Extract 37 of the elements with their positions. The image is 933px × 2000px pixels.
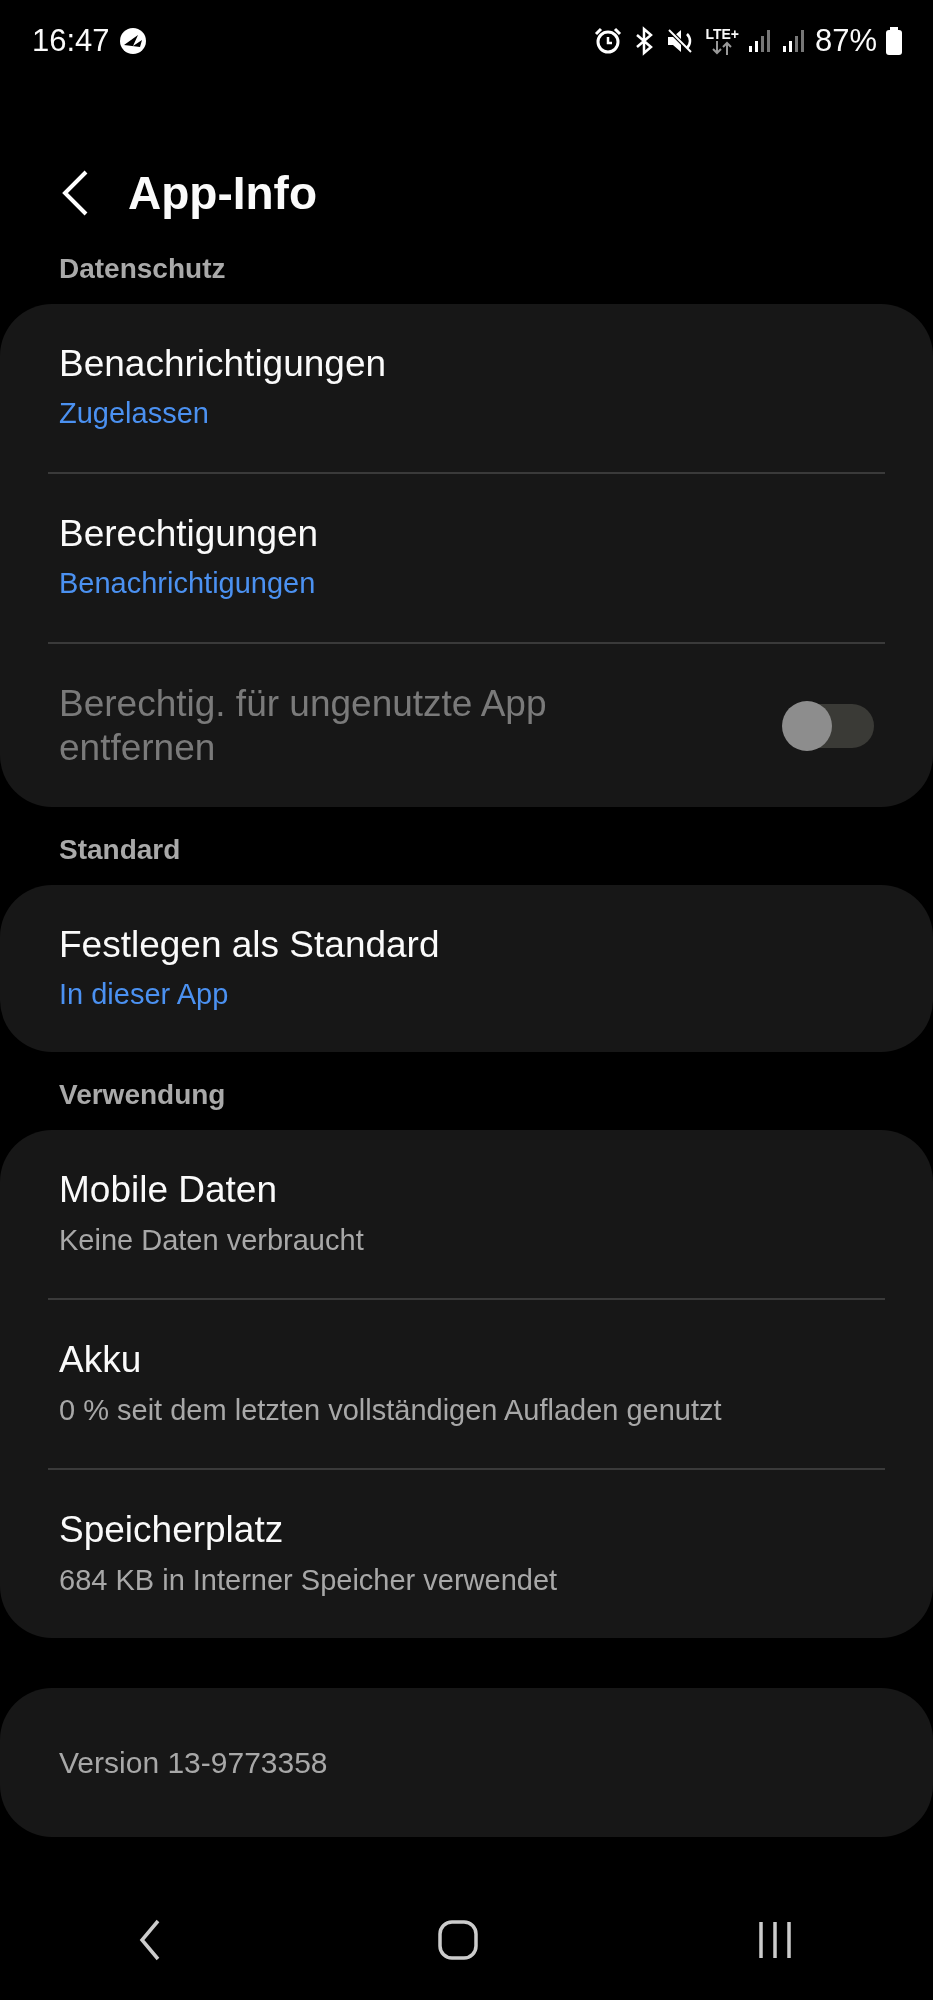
- battery-icon: [885, 26, 903, 56]
- settings-item[interactable]: Festlegen als Standard In dieser App: [0, 884, 933, 1053]
- version-text: Version 13-9773358: [58, 1745, 329, 1782]
- settings-item[interactable]: Akku 0 % seit dem letzten vollständigen Aufladen genutzt: [48, 1298, 885, 1469]
- settings-item[interactable]: Mobile Daten Keine Daten verbraucht: [0, 1130, 933, 1299]
- item-subtitle: 0 % seit dem letzten vollständigen Aufladen genutzt: [59, 1392, 723, 1428]
- signal-icon: [780, 28, 807, 54]
- item-subtitle: Keine Daten verbraucht: [59, 1222, 365, 1258]
- item-title: Benachrichtigungen: [59, 342, 388, 386]
- data-arrows-icon: [711, 41, 734, 55]
- back-icon: [60, 169, 90, 217]
- item-title: Berechtig. für ungenutzte App entfernen: [59, 681, 548, 771]
- item-title: Akku: [59, 1338, 143, 1383]
- back-button[interactable]: [60, 169, 90, 217]
- item-subtitle: Benachrichtigungen: [59, 566, 317, 602]
- item-title: Festlegen als Standard: [59, 922, 441, 967]
- item-title: Speicherplatz: [59, 1508, 285, 1553]
- network-type-text: LTE+: [705, 27, 739, 41]
- notification-icon: [117, 26, 148, 56]
- settings-item[interactable]: Benachrichtigungen Zugelassen: [0, 304, 933, 472]
- signal-icon: [746, 28, 773, 54]
- item-subtitle: Zugelassen: [59, 396, 210, 432]
- home-button[interactable]: [438, 1920, 479, 1960]
- section-header: Datenschutz: [58, 252, 227, 286]
- item-subtitle: In dieser App: [59, 976, 230, 1012]
- clock-text: 16:47: [32, 21, 110, 60]
- item-title: Mobile Daten: [59, 1168, 278, 1213]
- battery-text: 87%: [814, 21, 877, 60]
- section-header: Standard: [58, 832, 182, 867]
- settings-item[interactable]: Speicherplatz 684 KB in Interner Speicher verwendet: [48, 1468, 885, 1639]
- settings-item[interactable]: Berechtigungen Benachrichtigungen: [48, 471, 885, 642]
- alarm-icon: [593, 26, 624, 56]
- item-title: Berechtigungen: [59, 511, 320, 556]
- home-icon: [438, 1920, 479, 1960]
- item-subtitle: 684 KB in Interner Speicher verwendet: [59, 1562, 559, 1598]
- page-title: App-Info: [128, 165, 318, 221]
- section-header: Verwendung: [58, 1078, 227, 1113]
